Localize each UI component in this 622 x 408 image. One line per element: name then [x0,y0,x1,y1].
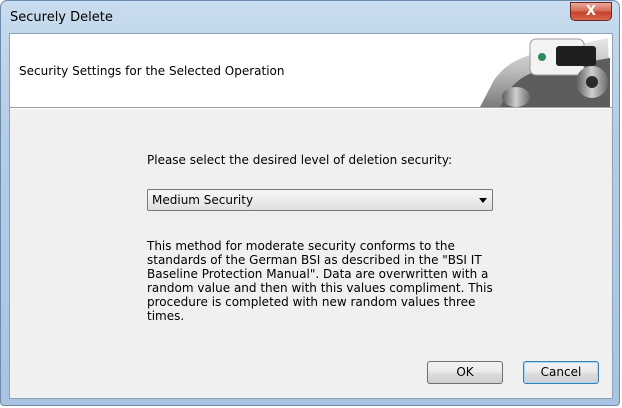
window-title: Securely Delete [10,10,113,25]
cancel-button[interactable]: Cancel [523,361,599,384]
chevron-down-icon[interactable] [479,198,487,203]
shredder-device-image [480,38,610,107]
title-bar[interactable]: Securely Delete X [1,1,619,35]
security-level-prompt: Please select the desired level of delet… [147,153,453,167]
close-button[interactable]: X [570,2,612,21]
header-subtitle: Security Settings for the Selected Opera… [19,64,285,78]
security-level-value: Medium Security [152,193,254,207]
security-level-select[interactable]: Medium Security [147,189,493,211]
close-icon: X [585,4,597,19]
dialog-header: Security Settings for the Selected Opera… [10,34,612,108]
securely-delete-dialog: Securely Delete X Security Settings for … [0,0,620,406]
ok-button[interactable]: OK [427,361,503,384]
security-method-description: This method for moderate security confor… [147,239,493,323]
dialog-body: Security Settings for the Selected Opera… [9,33,613,399]
